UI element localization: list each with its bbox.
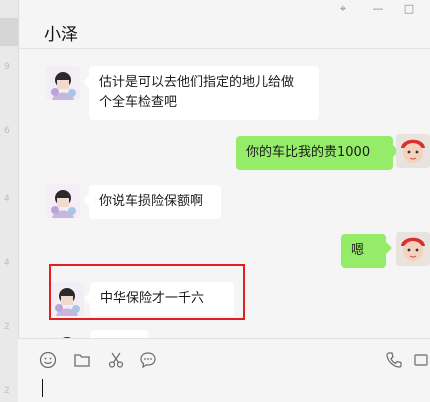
message-bubble-sent[interactable]: 你的车比我的贵1000 bbox=[236, 136, 393, 170]
bubble-tail bbox=[386, 242, 392, 254]
minimize-button[interactable]: — bbox=[369, 2, 387, 15]
edge-marker: 9 bbox=[4, 62, 10, 72]
avatar-image bbox=[46, 66, 80, 100]
selected-conversation-edge[interactable] bbox=[0, 18, 18, 46]
message-line: 估计是可以去他们指定的地儿给做 bbox=[99, 75, 295, 90]
avatar-image bbox=[46, 184, 80, 218]
edge-marker: 4 bbox=[4, 194, 10, 204]
message-bubble-sent[interactable]: 嗯 bbox=[341, 234, 386, 268]
text-cursor bbox=[42, 379, 43, 397]
avatar-image bbox=[396, 134, 430, 168]
edge-marker: 2 bbox=[4, 386, 10, 396]
maximize-button[interactable]: □ bbox=[400, 2, 418, 15]
highlight-box bbox=[49, 264, 245, 320]
edge-marker: 6 bbox=[4, 126, 10, 136]
video-icon[interactable] bbox=[412, 351, 430, 371]
contact-avatar[interactable] bbox=[46, 66, 80, 100]
chat-header: 小泽 ⌖ — □ bbox=[18, 0, 430, 48]
message-bubble-received[interactable]: 你说车损险保额啊 bbox=[89, 185, 221, 219]
message-bubble-received[interactable]: 估计是可以去他们指定的地儿给做 个全车检查吧 bbox=[89, 66, 319, 120]
message-text: 嗯 bbox=[351, 243, 365, 258]
conversation-list-edge: 9 6 4 4 2 2 bbox=[0, 0, 19, 402]
chat-title: 小泽 bbox=[44, 25, 78, 45]
self-avatar[interactable] bbox=[396, 134, 430, 168]
phone-icon[interactable] bbox=[384, 351, 404, 371]
folder-icon[interactable] bbox=[72, 351, 92, 371]
contact-avatar[interactable] bbox=[46, 184, 80, 218]
scissors-icon[interactable] bbox=[106, 351, 126, 371]
message-bubble-received bbox=[90, 330, 148, 338]
avatar-image bbox=[396, 232, 430, 266]
pin-icon[interactable]: ⌖ bbox=[334, 2, 352, 16]
message-text: 你说车损险保额啊 bbox=[99, 194, 204, 209]
emoji-icon[interactable] bbox=[38, 351, 58, 371]
contact-avatar bbox=[50, 330, 84, 338]
message-text: 你的车比我的贵1000 bbox=[246, 145, 371, 160]
header-divider bbox=[18, 48, 430, 49]
chat-bubble-icon[interactable] bbox=[138, 351, 158, 371]
message-line: 个全车检查吧 bbox=[99, 95, 178, 110]
self-avatar[interactable] bbox=[396, 232, 430, 266]
edge-marker: 2 bbox=[4, 322, 10, 332]
message-input-area[interactable] bbox=[18, 338, 430, 402]
edge-marker: 4 bbox=[4, 258, 10, 268]
